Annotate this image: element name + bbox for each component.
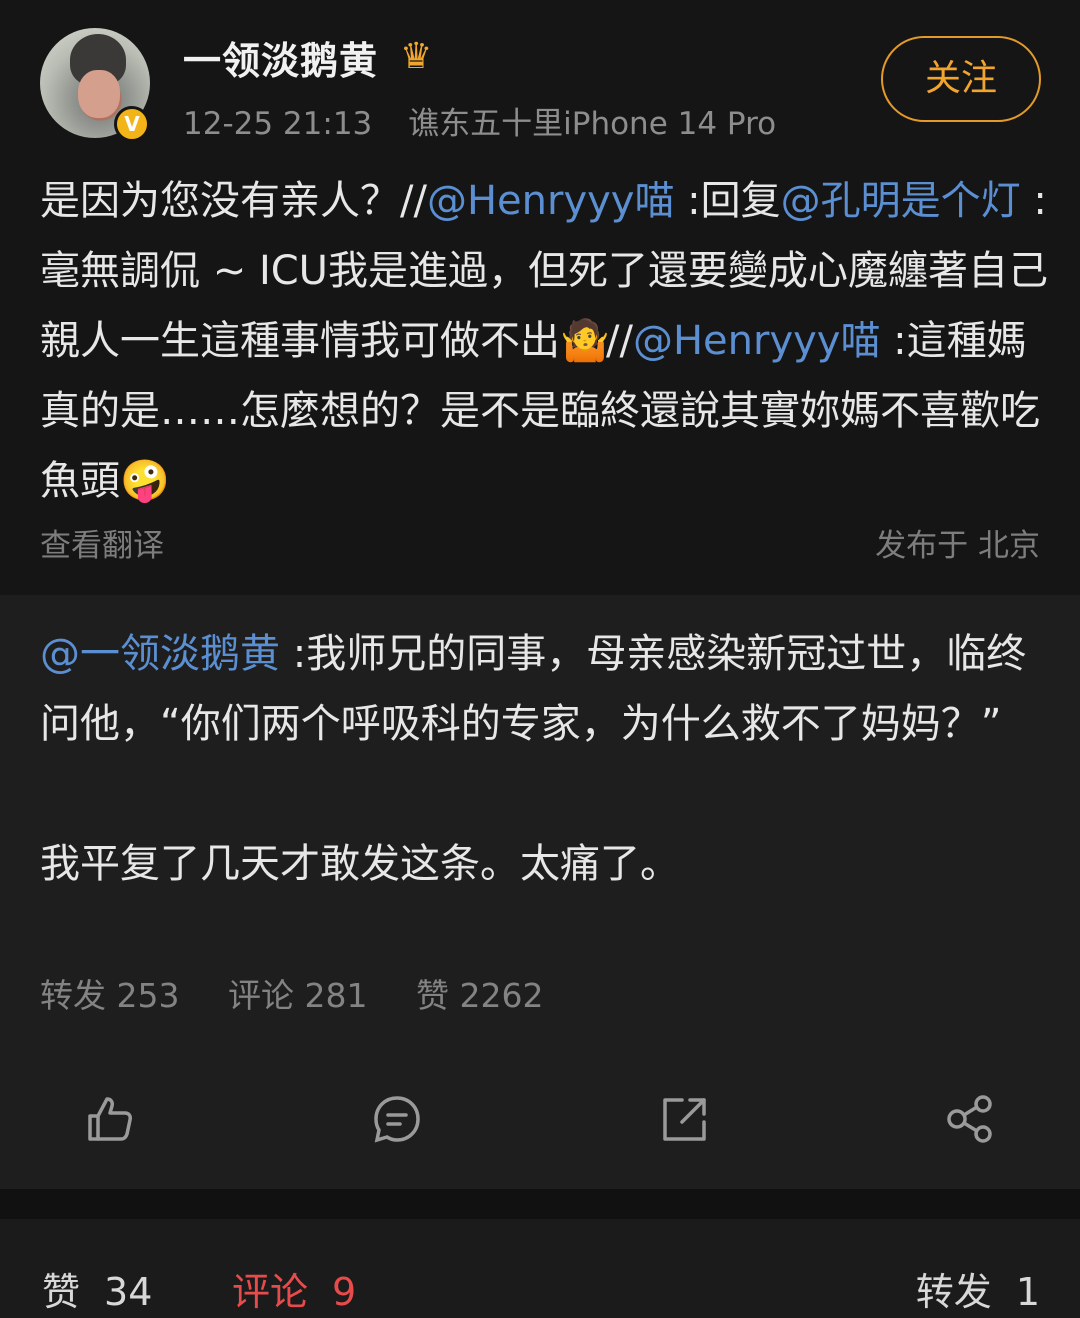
tab-reposts-label: 转发 — [915, 1270, 992, 1314]
post-meta: 12-25 21:13 谯东五十里iPhone 14 Pro — [183, 98, 776, 143]
comment-count[interactable]: 评论 281 — [228, 976, 367, 1015]
comment-text: 是因为您没有亲人？//@Henryyy喵 :回复@孔明是个灯 :毫無調侃 ~ I… — [40, 166, 1050, 516]
comment-text-part: 是因为您没有亲人？// — [40, 178, 427, 224]
tab-likes[interactable]: 赞 34 — [42, 1261, 152, 1316]
shrug-emoji-icon: 🤷 — [560, 318, 610, 364]
post-time: 12-25 21:13 — [183, 106, 373, 142]
section-divider — [0, 1189, 1080, 1219]
mention-link[interactable]: @Henryyy喵 — [633, 318, 881, 364]
repost-text: @一领淡鹅黄 :我师兄的同事，母亲感染新冠过世，临终问他，“你们两个呼吸科的专家… — [40, 619, 1040, 899]
reposted-content[interactable]: @一领淡鹅黄 :我师兄的同事，母亲感染新冠过世，临终问他，“你们两个呼吸科的专家… — [0, 595, 1080, 1047]
repost-count[interactable]: 转发 253 — [40, 976, 179, 1015]
thumbs-up-icon[interactable] — [80, 1089, 140, 1149]
username[interactable]: 一领淡鹅黄 — [183, 30, 378, 85]
bottom-tab-bar: 赞 34 评论 9 转发 1 — [0, 1219, 1080, 1318]
tab-comments[interactable]: 评论 9 — [232, 1261, 356, 1316]
post-header: V 一领淡鹅黄 ♛ 12-25 21:13 谯东五十里iPhone 14 Pro… — [0, 0, 1080, 150]
avatar-face — [78, 70, 120, 118]
view-translation-link[interactable]: 查看翻译 — [40, 520, 164, 565]
tab-comments-label: 评论 — [232, 1270, 309, 1314]
crown-icon: ♛ — [400, 36, 433, 77]
action-bar — [0, 1047, 1080, 1189]
comment-icon[interactable] — [367, 1089, 427, 1149]
tab-likes-label: 赞 — [42, 1270, 81, 1314]
repost-stats: 转发 253 评论 281 赞 2262 — [40, 969, 581, 1017]
comment-text-part: // — [606, 318, 633, 364]
post-location: 发布于 北京 — [875, 528, 1040, 564]
follow-button[interactable]: 关注 — [881, 36, 1041, 122]
share-external-icon[interactable] — [654, 1089, 714, 1149]
repost-text-last-line: 我平复了几天才敢发这条。太痛了。 — [40, 841, 680, 887]
tab-comments-count: 9 — [332, 1270, 357, 1314]
tab-likes-count: 34 — [104, 1270, 153, 1314]
tab-reposts-count: 1 — [1015, 1270, 1040, 1314]
mention-link[interactable]: @孔明是个灯 — [781, 178, 1021, 224]
mention-link[interactable]: @Henryyy喵 — [427, 178, 675, 224]
like-count[interactable]: 赞 2262 — [416, 976, 543, 1015]
comment-text-part: :回复 — [674, 178, 781, 224]
crazy-face-emoji-icon: 🤪 — [120, 458, 170, 504]
verified-badge-icon: V — [114, 106, 150, 142]
tab-reposts[interactable]: 转发 1 — [916, 1261, 1040, 1316]
share-nodes-icon[interactable] — [940, 1089, 1000, 1149]
post-device: 谯东五十里iPhone 14 Pro — [408, 106, 777, 142]
mention-link[interactable]: @一领淡鹅黄 — [40, 631, 280, 677]
